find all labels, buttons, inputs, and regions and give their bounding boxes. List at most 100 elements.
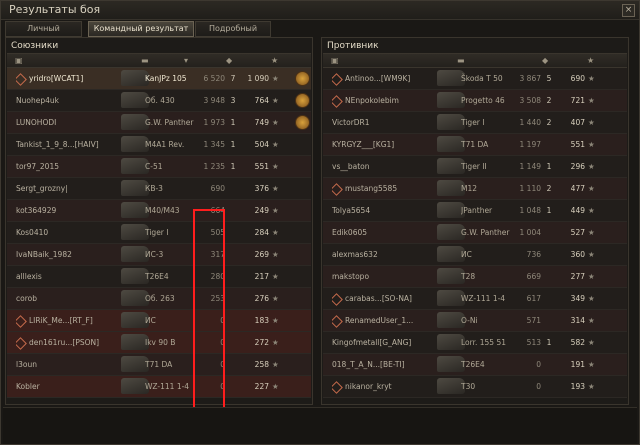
clan-badge-icon [332, 94, 343, 108]
player-name-text: Antinoo...[WM9K] [345, 74, 411, 83]
player-row[interactable]: kot364929 M40/M43 664 249 ★ [7, 200, 311, 222]
medal-icon[interactable] [295, 93, 310, 108]
vehicle-name: Tiger II [461, 162, 487, 171]
kills-value [229, 200, 237, 221]
player-row[interactable]: Kos0410 Tiger I 505 284 ★ [7, 222, 311, 244]
player-name: nikanor_kryt [332, 376, 442, 397]
player-name-text: carabas...[SO-NA] [345, 294, 412, 303]
player-row[interactable]: LIRiK_Me...[RT_F] ИС 0 183 ★ [7, 310, 311, 332]
medal-icon[interactable] [295, 115, 310, 130]
player-name: yridro[WCAT1] [16, 68, 126, 89]
xp-value: 449 [570, 206, 585, 215]
player-row[interactable]: NEnpokolebim Progetto 46 3 508 2 721 ★ [323, 90, 627, 112]
vehicle-name: KanJPz 105 [145, 74, 187, 83]
player-row[interactable]: carabas...[SO-NA] WZ-111 1-4 617 349 ★ [323, 288, 627, 310]
player-name-text: LUNOHODI [16, 118, 57, 127]
damage-value: 0 [536, 382, 541, 391]
player-row[interactable]: LUNOHODI G.W. Panther 1 973 1 749 ★ [7, 112, 311, 134]
damage-value: 3 867 [519, 74, 541, 83]
player-row[interactable]: VictorDR1 Tiger I 1 440 2 407 ★ [323, 112, 627, 134]
player-row[interactable]: tor97_2015 C-51 1 235 1 551 ★ [7, 156, 311, 178]
close-button[interactable]: × [622, 4, 635, 17]
player-row[interactable]: l3oun T71 DA 0 258 ★ [7, 354, 311, 376]
kills-value: 5 [546, 74, 552, 83]
damage-value: 1 440 [519, 118, 541, 127]
tab-detailed-report[interactable]: Подробный отчёт [195, 21, 271, 47]
player-row[interactable]: KYRGYZ___[KG1] T71 DA 1 197 551 ★ [323, 134, 627, 156]
star-icon[interactable]: ★ [271, 56, 278, 65]
star-icon[interactable]: ★ [587, 56, 594, 65]
player-name: KYRGYZ___[KG1] [332, 134, 442, 155]
player-row[interactable]: Sergt_grozny| КВ-3 690 376 ★ [7, 178, 311, 200]
vehicle-name: Tiger I [461, 118, 485, 127]
damage-value: 736 [526, 250, 541, 259]
xp-value: 191 [570, 360, 585, 369]
xp-value: 360 [570, 250, 585, 259]
player-row[interactable]: alllexis T26E4 280 217 ★ [7, 266, 311, 288]
kills-value [229, 310, 237, 331]
clan-badge-icon [332, 314, 343, 328]
player-row[interactable]: Nuohep4uk Об. 430 3 948 3 764 ★ [7, 90, 311, 112]
xp-value: 1 090 [247, 74, 269, 83]
damage-value: 1 235 [203, 162, 225, 171]
platoon-icon[interactable]: ▣ [15, 56, 23, 65]
star-icon: ★ [272, 118, 279, 127]
player-row[interactable]: Tolya5654 JPanther 1 048 1 449 ★ [323, 200, 627, 222]
player-name: Edik0605 [332, 222, 442, 243]
player-row[interactable]: alexmas632 ИС 736 360 ★ [323, 244, 627, 266]
player-name-text: Tolya5654 [332, 206, 371, 215]
xp-value: 551 [254, 162, 269, 171]
damage-icon[interactable]: ◆ [226, 56, 232, 65]
player-row[interactable]: mustang5585 M12 1 110 2 477 ★ [323, 178, 627, 200]
xp-value: 349 [570, 294, 585, 303]
tank-icon[interactable]: ▬ [457, 56, 465, 65]
vehicle-name: ИС [145, 316, 156, 325]
player-row[interactable]: den161ru...[PSON] Ikv 90 B 0 272 ★ [7, 332, 311, 354]
xp-value: 183 [254, 316, 269, 325]
kills-value: 1 [546, 206, 552, 215]
sort-icon[interactable]: ▾ [184, 56, 188, 65]
player-name-text: Kingofmetall[G_ANG] [332, 338, 412, 347]
star-icon: ★ [272, 272, 279, 281]
tab-personal-result[interactable]: Личный результат [5, 21, 82, 47]
player-row[interactable]: corob Об. 263 253 276 ★ [7, 288, 311, 310]
player-name: VictorDR1 [332, 112, 442, 133]
player-row[interactable]: makstopo T28 669 277 ★ [323, 266, 627, 288]
player-row[interactable]: nikanor_kryt T30 0 193 ★ [323, 376, 627, 398]
player-row[interactable]: Kingofmetall[G_ANG] Lorr. 155 51 513 1 582 ★ [323, 332, 627, 354]
kills-value [229, 266, 237, 287]
xp-value: 258 [254, 360, 269, 369]
vehicle-name: M4A1 Rev. [145, 140, 185, 149]
star-icon: ★ [588, 294, 595, 303]
tab-team-result[interactable]: Командный результат [88, 21, 194, 37]
kills-value [229, 178, 237, 199]
player-row[interactable]: yridro[WCAT1] KanJPz 105 6 520 7 1 090 ★ [7, 68, 311, 90]
xp-value: 193 [570, 382, 585, 391]
player-row[interactable]: vs__baton Tiger II 1 149 1 296 ★ [323, 156, 627, 178]
vehicle-name: T28 [461, 272, 476, 281]
player-name-text: yridro[WCAT1] [29, 74, 84, 83]
player-row[interactable]: Tankist_1_9_8...[HAIV] M4A1 Rev. 1 345 1 504… [7, 134, 311, 156]
player-name: den161ru...[PSON] [16, 332, 126, 353]
player-row[interactable]: 018_T_A_N...[BE-TI] T26E4 0 191 ★ [323, 354, 627, 376]
vehicle-name: M12 [461, 184, 478, 193]
player-row[interactable]: IvaNBaik_1982 ИС-3 317 269 ★ [7, 244, 311, 266]
xp-value: 551 [570, 140, 585, 149]
player-name: alllexis [16, 266, 126, 287]
tank-icon[interactable]: ▬ [141, 56, 149, 65]
player-name: Tankist_1_9_8...[HAIV] [16, 134, 126, 155]
damage-icon[interactable]: ◆ [542, 56, 548, 65]
medal-icon[interactable] [295, 71, 310, 86]
player-row[interactable]: Kobler WZ-111 1-4 0 227 ★ [7, 376, 311, 398]
damage-value: 1 048 [519, 206, 541, 215]
player-name-text: NEnpokolebim [345, 96, 399, 105]
xp-value: 276 [254, 294, 269, 303]
player-name: IvaNBaik_1982 [16, 244, 126, 265]
player-row[interactable]: RenamedUser_1... O-Ni 571 314 ★ [323, 310, 627, 332]
platoon-icon[interactable]: ▣ [331, 56, 339, 65]
vehicle-name: Tiger I [145, 228, 169, 237]
player-name: Nuohep4uk [16, 90, 126, 111]
player-row[interactable]: Antinoo...[WM9K] Škoda T 50 3 867 5 690 ★ [323, 68, 627, 90]
star-icon: ★ [272, 360, 279, 369]
player-row[interactable]: Edik0605 G.W. Panther 1 004 527 ★ [323, 222, 627, 244]
